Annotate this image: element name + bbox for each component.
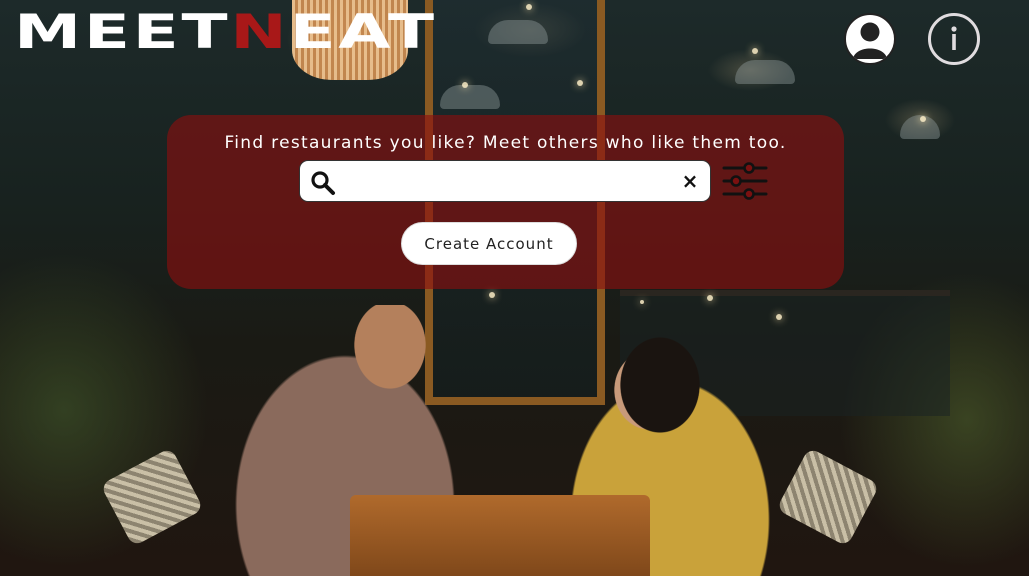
sliders-icon: [722, 162, 768, 200]
light-bokeh: [462, 82, 468, 88]
light-bokeh: [640, 300, 644, 304]
light-bokeh: [489, 292, 495, 298]
info-button[interactable]: [928, 13, 980, 65]
pendant-lamp-small: [735, 60, 795, 84]
search-bar[interactable]: ×: [299, 160, 711, 202]
logo-text-meet: MEET: [14, 4, 231, 60]
man-figure: [225, 305, 455, 576]
logo-text-eat: EAT: [289, 4, 437, 60]
close-icon[interactable]: ×: [680, 168, 700, 194]
light-bokeh: [526, 4, 532, 10]
window-frame-right: [620, 290, 950, 416]
plant-right: [829, 260, 1029, 576]
user-circle-icon: [853, 22, 887, 59]
light-bokeh: [776, 314, 782, 320]
hero-panel: Find restaurants you like? Meet others w…: [167, 115, 844, 289]
plant-left: [0, 240, 220, 576]
light-bokeh: [920, 116, 926, 122]
profile-button[interactable]: [844, 13, 896, 65]
search-icon[interactable]: [310, 170, 336, 196]
tagline: Find restaurants you like? Meet others w…: [224, 133, 787, 153]
pendant-lamp-small: [900, 115, 940, 139]
create-account-button[interactable]: Create Account: [401, 222, 577, 265]
pendant-lamp-small: [440, 85, 500, 109]
chair-right: [776, 447, 880, 547]
logo-text-n: N: [230, 4, 290, 60]
chair-left: [100, 447, 204, 547]
pendant-lamp-small: [488, 20, 548, 44]
woman-figure: [560, 330, 770, 576]
light-bokeh: [707, 295, 713, 301]
light-bokeh: [577, 80, 583, 86]
table: [350, 495, 650, 576]
search-input[interactable]: [342, 167, 676, 197]
info-circle-icon: [951, 26, 957, 50]
light-bokeh: [752, 48, 758, 54]
page: MEETNEAT Find restaurants you like? Meet…: [0, 0, 1029, 576]
logo[interactable]: MEETNEAT: [14, 8, 437, 56]
filter-button[interactable]: [722, 160, 768, 202]
